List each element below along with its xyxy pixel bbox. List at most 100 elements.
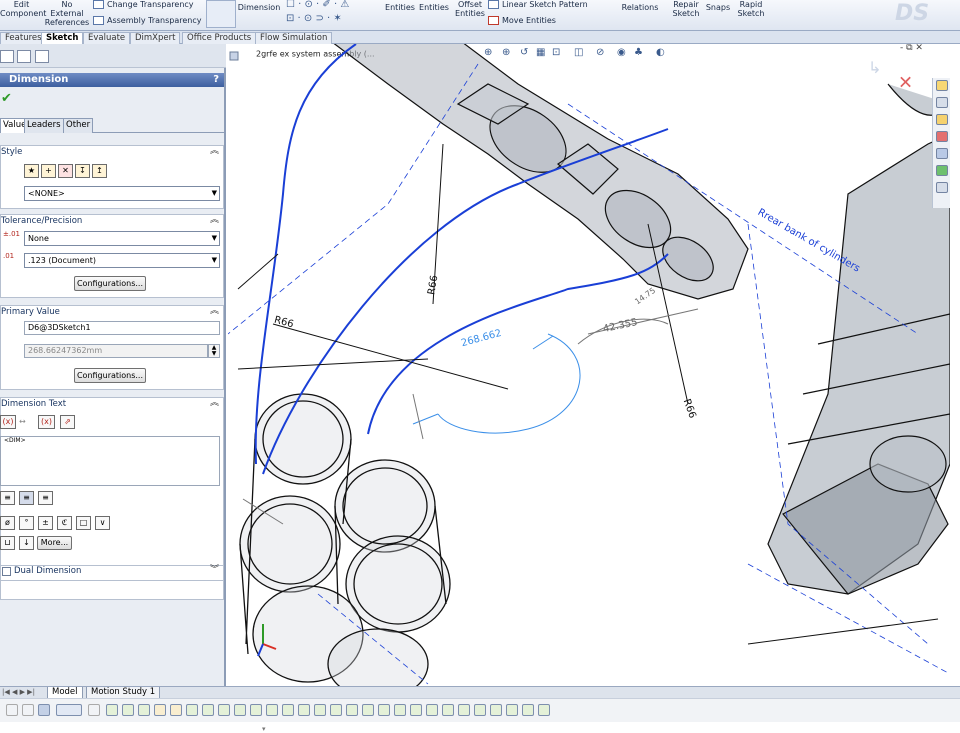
more-symbols-button[interactable]: More...	[37, 536, 72, 550]
text-tool-icon[interactable]	[234, 704, 246, 716]
tolerance-type-dropdown[interactable]: None ▼	[24, 231, 220, 246]
help-button[interactable]: ?	[213, 73, 219, 87]
repair-sketch-button[interactable]: Repair Sketch	[670, 0, 702, 18]
offset-entities-button[interactable]: Offset Entities	[455, 0, 485, 18]
countersink-symbol-icon[interactable]: ∨	[95, 516, 110, 530]
rectangle-tool-icon[interactable]	[138, 704, 150, 716]
move-tool-icon[interactable]	[394, 704, 406, 716]
file-explorer-icon[interactable]	[936, 114, 948, 125]
extend-tool-icon[interactable]	[346, 704, 358, 716]
centerline-tool-icon[interactable]	[122, 704, 134, 716]
dimension-14[interactable]: 14.75	[633, 286, 657, 307]
window-restore-icon[interactable]: - ⧉ ✕	[900, 44, 923, 53]
dimension-value-field[interactable]: 268.66247362mm	[24, 344, 208, 358]
change-transparency-button[interactable]: Change Transparency	[93, 0, 203, 9]
load-style-icon[interactable]: ↥	[92, 164, 107, 178]
design-library-icon[interactable]	[936, 97, 948, 108]
property-manager-tab[interactable]	[17, 50, 31, 63]
split-tool-icon[interactable]	[362, 704, 374, 716]
relations-tool-icon[interactable]	[490, 704, 502, 716]
dimension-text-area[interactable]: <DIM>	[0, 436, 220, 486]
tab-other[interactable]: Other	[63, 118, 94, 133]
home-tab-icon[interactable]	[936, 80, 948, 91]
add-style-icon[interactable]: +	[41, 164, 56, 178]
view-orientation-icon[interactable]: ⊡	[552, 47, 560, 58]
apply-scene-icon[interactable]: ♣	[634, 47, 643, 58]
trim-entities-label[interactable]: Entities	[419, 3, 449, 12]
collapse-icon[interactable]: ︽	[210, 306, 219, 317]
sketch-shape-icons[interactable]: ⊡ · ⊙ ⊃ · ✶	[286, 14, 381, 24]
degree-symbol-icon[interactable]: °	[19, 516, 34, 530]
ok-check-icon[interactable]: ✔	[1, 91, 12, 106]
view-palette-icon[interactable]	[936, 148, 948, 159]
scale-tool-icon[interactable]	[442, 704, 454, 716]
custom-properties-icon[interactable]	[936, 182, 948, 193]
collapse-icon[interactable]: ︽	[210, 215, 219, 226]
tab-sketch[interactable]: Sketch	[41, 32, 84, 44]
style-section-header[interactable]: Style ︽	[0, 146, 224, 158]
select-dropdown[interactable]	[56, 704, 82, 716]
tab-features[interactable]: Features	[0, 32, 47, 44]
select-icon[interactable]	[38, 704, 50, 716]
centerline-symbol-icon[interactable]: ℭ	[57, 516, 72, 530]
trim-tool-icon[interactable]	[330, 704, 342, 716]
no-external-references-button[interactable]: No External References	[44, 0, 90, 27]
counterbore-symbol-icon[interactable]: ⊔	[0, 536, 15, 550]
primary-value-section-header[interactable]: Primary Value ︽	[0, 306, 224, 318]
dimension-text-section-header[interactable]: Dimension Text ︽	[0, 398, 224, 410]
tab-office-products[interactable]: Office Products	[182, 32, 257, 44]
assembly-transparency-button[interactable]: Assembly Transparency	[93, 16, 203, 25]
collapse-icon[interactable]: ︽	[210, 146, 219, 157]
value-configurations-button[interactable]: Configurations...	[74, 368, 146, 383]
copy-tool-icon[interactable]	[426, 704, 438, 716]
delete-style-icon[interactable]: ✕	[58, 164, 73, 178]
radius-label-left[interactable]: R66	[273, 315, 295, 331]
vertical-dimension-tool-icon[interactable]	[538, 704, 550, 716]
dual-dimension-checkbox[interactable]	[2, 567, 11, 576]
depth-symbol-icon[interactable]: ↓	[19, 536, 34, 550]
chamfer-tool-icon[interactable]	[266, 704, 278, 716]
circular-pattern-tool-icon[interactable]	[474, 704, 486, 716]
pattern-tool-icon[interactable]	[458, 704, 470, 716]
filter-edges-icon[interactable]	[22, 704, 34, 716]
collapse-icon[interactable]: ︽	[210, 398, 219, 409]
angle-dimension[interactable]	[412, 333, 581, 434]
diameter-symbol-icon[interactable]: ø	[0, 516, 15, 530]
hide-show-icon[interactable]: ⊘	[596, 47, 604, 58]
tab-flow-simulation[interactable]: Flow Simulation	[255, 32, 333, 44]
toolbar-overflow-icon[interactable]: ▾	[262, 725, 266, 733]
display-relations-button[interactable]: Relations	[617, 3, 663, 12]
model-canvas[interactable]: ⊕ ⊕ ↺ ▦ ⊡ ◫ ⊘ ◉ ♣ ◐ - ⧉ ✕ 2grfe ex syste…	[228, 44, 950, 686]
square-symbol-icon[interactable]: □	[76, 516, 91, 530]
value-spinner[interactable]: ▲ ▼	[208, 344, 220, 358]
expand-icon[interactable]: ︾	[210, 565, 219, 576]
tolerance-section-header[interactable]: Tolerance/Precision ︽	[0, 215, 224, 227]
tab-evaluate[interactable]: Evaluate	[83, 32, 131, 44]
horizontal-dimension-tool-icon[interactable]	[522, 704, 534, 716]
style-dropdown[interactable]: <NONE> ▼	[24, 186, 220, 201]
convert-entities-label[interactable]: Entities	[385, 3, 415, 12]
configuration-manager-tab[interactable]	[35, 50, 49, 63]
dimension-name-field[interactable]: D6@3DSketch1	[24, 321, 220, 335]
precision-dropdown[interactable]: .123 (Document) ▼	[24, 253, 220, 268]
smart-dimension-dropdown[interactable]	[206, 0, 236, 28]
convert-tool-icon[interactable]	[298, 704, 310, 716]
sketch-tools-icons[interactable]: ☐ · ⊙ · ✐ · ⚠	[286, 0, 381, 10]
pointer-icon[interactable]	[88, 704, 100, 716]
rapid-sketch-button[interactable]: Rapid Sketch	[735, 0, 767, 18]
previous-view-icon[interactable]: ↺	[520, 47, 528, 58]
move-entities-button[interactable]: Move Entities	[488, 16, 606, 25]
inspection-icon[interactable]: (x)	[38, 415, 55, 429]
section-view-icon[interactable]: ▦	[536, 47, 545, 58]
plane-tool-icon[interactable]	[218, 704, 230, 716]
smart-dimension-tool-icon[interactable]	[506, 704, 518, 716]
plus-minus-symbol-icon[interactable]: ±	[38, 516, 53, 530]
center-dimension-icon[interactable]: ↔	[19, 417, 26, 426]
offset-text-icon[interactable]: ⇗	[60, 415, 75, 429]
quick-snaps-button[interactable]: Snaps	[704, 3, 732, 12]
tolerance-configurations-button[interactable]: Configurations...	[74, 276, 146, 291]
linear-sketch-pattern-button[interactable]: Linear Sketch Pattern	[488, 0, 606, 9]
circle-tool-icon[interactable]	[170, 704, 182, 716]
dual-dimension-header[interactable]: Dual Dimension ︾	[13, 565, 224, 577]
view-settings-icon[interactable]: ◐	[656, 47, 665, 58]
